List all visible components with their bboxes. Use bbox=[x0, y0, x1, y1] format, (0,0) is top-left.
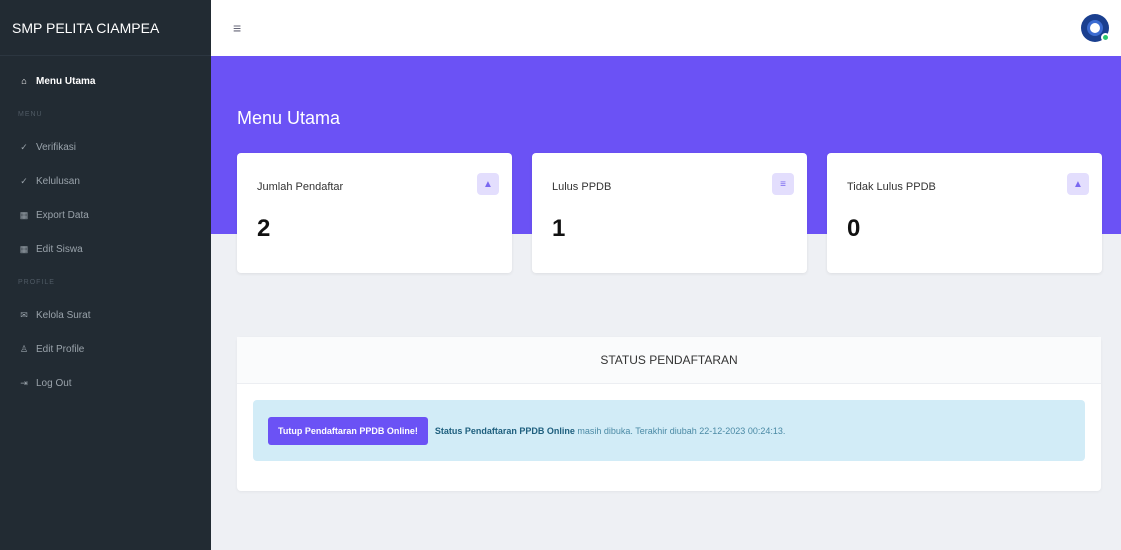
sidebar-item-verifikasi[interactable]: ✓ Verifikasi bbox=[0, 130, 211, 164]
stat-value: 1 bbox=[552, 215, 566, 242]
sidebar-item-label: Menu Utama bbox=[36, 75, 96, 87]
brand-title[interactable]: SMP PELITA CIAMPEA bbox=[0, 0, 211, 56]
sidebar: SMP PELITA CIAMPEA ⌂ Menu Utama MENU ✓ V… bbox=[0, 0, 211, 550]
users-icon: ▲ bbox=[477, 173, 499, 195]
home-icon: ⌂ bbox=[21, 76, 27, 86]
sidebar-item-menu-utama[interactable]: ⌂ Menu Utama bbox=[0, 64, 211, 98]
sidebar-item-kelola-surat[interactable]: ✉ Kelola Surat bbox=[0, 298, 211, 332]
sidebar-section-profile: PROFILE bbox=[18, 278, 55, 286]
sidebar-item-export-data[interactable]: ▦ Export Data bbox=[0, 198, 211, 232]
avatar[interactable] bbox=[1081, 14, 1110, 42]
online-status-dot bbox=[1101, 33, 1110, 42]
sidebar-item-log-out[interactable]: ⇥ Log Out bbox=[0, 366, 211, 400]
stat-card-tidak-lulus-ppdb: Tidak Lulus PPDB 0 ▲ bbox=[827, 153, 1102, 273]
status-message: Status Pendaftaran PPDB Online masih dib… bbox=[435, 426, 786, 436]
stat-value: 0 bbox=[847, 215, 861, 242]
sidebar-item-label: Edit Profile bbox=[36, 343, 85, 355]
sidebar-item-label: Edit Siswa bbox=[36, 243, 83, 255]
sidebar-section-menu: MENU bbox=[18, 110, 43, 118]
status-alert: Tutup Pendaftaran PPDB Online! Status Pe… bbox=[253, 400, 1085, 461]
sidebar-item-label: Export Data bbox=[36, 209, 89, 221]
avatar-icon bbox=[1087, 20, 1103, 36]
topbar: ≡ bbox=[211, 0, 1121, 56]
sidebar-nav: ⌂ Menu Utama MENU ✓ Verifikasi ✓ Kelulus… bbox=[0, 56, 211, 400]
page-title: Menu Utama bbox=[237, 108, 341, 128]
stat-label: Jumlah Pendaftar bbox=[257, 181, 344, 193]
stat-label: Lulus PPDB bbox=[552, 181, 612, 193]
sidebar-item-label: Verifikasi bbox=[36, 141, 77, 153]
close-registration-button[interactable]: Tutup Pendaftaran PPDB Online! bbox=[268, 416, 428, 445]
status-panel: STATUS PENDAFTARAN Tutup Pendaftaran PPD… bbox=[237, 337, 1101, 491]
list-icon: ≡ bbox=[772, 173, 794, 195]
hamburger-icon[interactable]: ≡ bbox=[233, 20, 241, 36]
user-icon: ♙ bbox=[19, 343, 29, 354]
grid-icon: ▦ bbox=[19, 209, 29, 220]
sidebar-item-label: Log Out bbox=[36, 377, 72, 389]
check-icon: ✓ bbox=[20, 175, 28, 186]
status-message-strong: Status Pendaftaran PPDB Online bbox=[434, 425, 575, 436]
stat-label: Tidak Lulus PPDB bbox=[847, 181, 936, 193]
sidebar-item-label: Kelola Surat bbox=[36, 309, 91, 321]
status-message-text: masih dibuka. Terakhir diubah 22-12-2023… bbox=[574, 425, 786, 436]
sidebar-item-edit-profile[interactable]: ♙ Edit Profile bbox=[0, 332, 211, 366]
users-icon: ▲ bbox=[1067, 173, 1089, 195]
status-panel-heading: STATUS PENDAFTARAN bbox=[237, 337, 1101, 384]
check-icon: ✓ bbox=[20, 141, 28, 152]
stat-card-jumlah-pendaftar: Jumlah Pendaftar 2 ▲ bbox=[237, 153, 512, 273]
stat-card-lulus-ppdb: Lulus PPDB 1 ≡ bbox=[532, 153, 807, 273]
logout-icon: ⇥ bbox=[20, 377, 28, 388]
mail-icon: ✉ bbox=[20, 309, 28, 320]
sidebar-item-kelulusan[interactable]: ✓ Kelulusan bbox=[0, 164, 211, 198]
sidebar-item-label: Kelulusan bbox=[36, 175, 80, 187]
sidebar-item-edit-siswa[interactable]: ▦ Edit Siswa bbox=[0, 232, 211, 266]
stat-value: 2 bbox=[257, 215, 271, 242]
grid-icon: ▦ bbox=[19, 243, 29, 254]
